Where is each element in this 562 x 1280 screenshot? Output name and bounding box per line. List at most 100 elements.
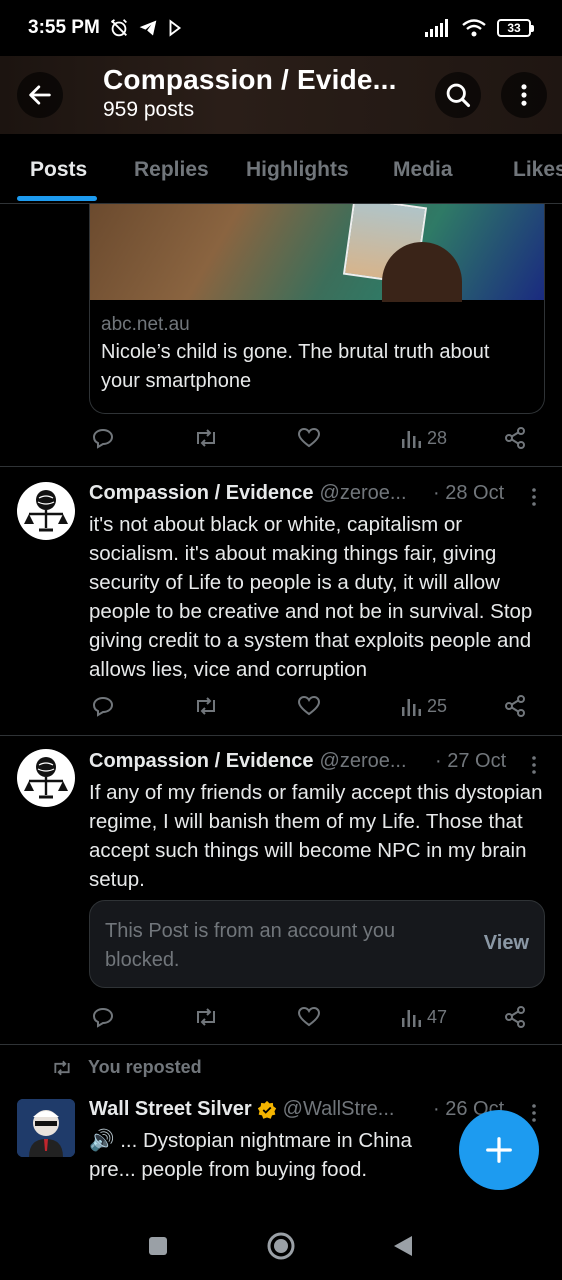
arrow-left-icon (29, 85, 51, 105)
post-date[interactable]: · 27 Oct (435, 750, 506, 773)
alarm-off-icon (110, 19, 127, 37)
share-icon (505, 427, 525, 449)
square-icon (149, 1237, 167, 1255)
link-card-image (90, 204, 544, 302)
tab-media[interactable]: Media (393, 158, 453, 182)
like-button[interactable] (297, 694, 321, 718)
post-text: If any of my friends or family accept th… (89, 781, 543, 891)
link-card[interactable]: abc.net.au Nicole’s child is gone. The b… (89, 204, 545, 414)
repost-button[interactable] (193, 426, 219, 450)
verified-badge-icon (257, 1100, 276, 1119)
compose-post-button[interactable] (459, 1110, 539, 1190)
tab-highlights[interactable]: Highlights (246, 158, 349, 182)
active-tab-indicator (17, 196, 97, 201)
wifi-icon (462, 19, 486, 37)
blocked-notice: This Post is from an account you blocked… (105, 920, 396, 971)
like-button[interactable] (297, 426, 321, 450)
share-button[interactable] (503, 426, 527, 450)
reply-button[interactable] (91, 426, 115, 450)
repost-indicator: You reposted (50, 1057, 202, 1078)
post-item[interactable]: Compassion / Evidence @zeroe... · 28 Oct… (0, 467, 562, 735)
heart-icon (297, 695, 321, 716)
profile-tabs: Posts Replies Highlights Media Likes (0, 134, 562, 204)
page-title: Compassion / Evide... (103, 64, 397, 95)
views-button[interactable]: 25 (401, 695, 447, 717)
search-button[interactable] (435, 72, 481, 118)
views-count: 47 (427, 1006, 448, 1027)
blocked-quote-card: This Post is from an account you blocked… (89, 900, 545, 988)
post-text: it's not about black or white, capitalis… (89, 513, 533, 681)
battery-icon: 33 (497, 19, 534, 37)
avatar[interactable] (17, 1099, 75, 1157)
post-item[interactable]: Compassion / Evidence @zeroe... · 27 Oct… (0, 736, 562, 1044)
tab-replies[interactable]: Replies (134, 158, 209, 182)
signal-icon (425, 19, 448, 37)
reply-button[interactable] (91, 694, 115, 718)
heart-icon (297, 1006, 321, 1027)
profile-header: Compassion / Evide... 959 posts (0, 56, 562, 134)
heart-icon (297, 427, 321, 448)
bar-chart-icon (402, 699, 421, 716)
system-back-button[interactable] (392, 1234, 414, 1263)
bar-chart-icon (402, 431, 421, 448)
author-handle[interactable]: @zeroe... (320, 750, 407, 773)
more-vertical-icon (532, 756, 536, 774)
reply-icon (92, 428, 114, 449)
tab-posts[interactable]: Posts (30, 158, 87, 182)
post-text: 🔊 ... Dystopian nightmare in China pre..… (89, 1129, 412, 1181)
more-options-button[interactable] (501, 72, 547, 118)
search-icon (446, 83, 471, 108)
avatar[interactable] (17, 482, 75, 540)
telegram-icon (139, 20, 157, 36)
tab-likes[interactable]: Likes (513, 158, 562, 182)
reply-icon (92, 1007, 114, 1028)
reply-button[interactable] (91, 1005, 115, 1029)
triangle-back-icon (394, 1236, 412, 1256)
author-name[interactable]: Wall Street Silver (89, 1098, 252, 1121)
repost-button[interactable] (193, 1005, 219, 1029)
status-bar: 3:55 PM 33 (0, 0, 562, 56)
battery-level: 33 (497, 19, 531, 37)
notification-icons (108, 17, 184, 39)
repost-label: You reposted (88, 1057, 202, 1077)
bar-chart-icon (402, 1010, 421, 1027)
more-vertical-icon (521, 84, 527, 106)
share-icon (505, 1006, 525, 1028)
view-blocked-button[interactable]: View (484, 932, 529, 955)
views-count: 28 (427, 427, 448, 448)
author-name[interactable]: Compassion / Evidence (89, 750, 314, 773)
back-button[interactable] (17, 72, 63, 118)
wall-street-silver-avatar-icon (17, 1099, 75, 1157)
author-handle[interactable]: @WallStre... (283, 1098, 395, 1121)
posts-feed[interactable]: abc.net.au Nicole’s child is gone. The b… (0, 204, 562, 1210)
like-button[interactable] (297, 1005, 321, 1029)
more-vertical-icon (532, 488, 536, 506)
avatar[interactable] (17, 749, 75, 807)
reply-icon (92, 696, 114, 717)
scales-globe-icon (24, 490, 68, 532)
scales-globe-icon (24, 757, 68, 799)
post-actions: 47 (89, 1003, 539, 1031)
link-card-title: Nicole’s child is gone. The brutal truth… (101, 341, 490, 392)
author-handle[interactable]: @zeroe... (320, 482, 407, 505)
share-button[interactable] (503, 694, 527, 718)
share-button[interactable] (503, 1005, 527, 1029)
views-button[interactable]: 47 (401, 1006, 447, 1028)
home-circle-icon (267, 1232, 295, 1260)
post-count: 959 posts (103, 98, 195, 121)
plus-icon (486, 1137, 512, 1163)
recents-button[interactable] (148, 1236, 168, 1261)
status-time: 3:55 PM (28, 17, 100, 38)
repost-button[interactable] (193, 694, 219, 718)
link-card-domain: abc.net.au (101, 314, 190, 335)
post-date[interactable]: · 28 Oct (433, 482, 504, 505)
share-icon (505, 695, 525, 717)
views-count: 25 (427, 695, 448, 716)
home-button[interactable] (266, 1231, 296, 1266)
author-name[interactable]: Compassion / Evidence (89, 482, 314, 505)
app-notification-icon (169, 19, 181, 37)
system-navigation-bar (0, 1210, 562, 1280)
repost-icon (197, 1008, 215, 1026)
views-button[interactable]: 28 (401, 427, 447, 449)
post-actions: 25 (89, 692, 539, 720)
